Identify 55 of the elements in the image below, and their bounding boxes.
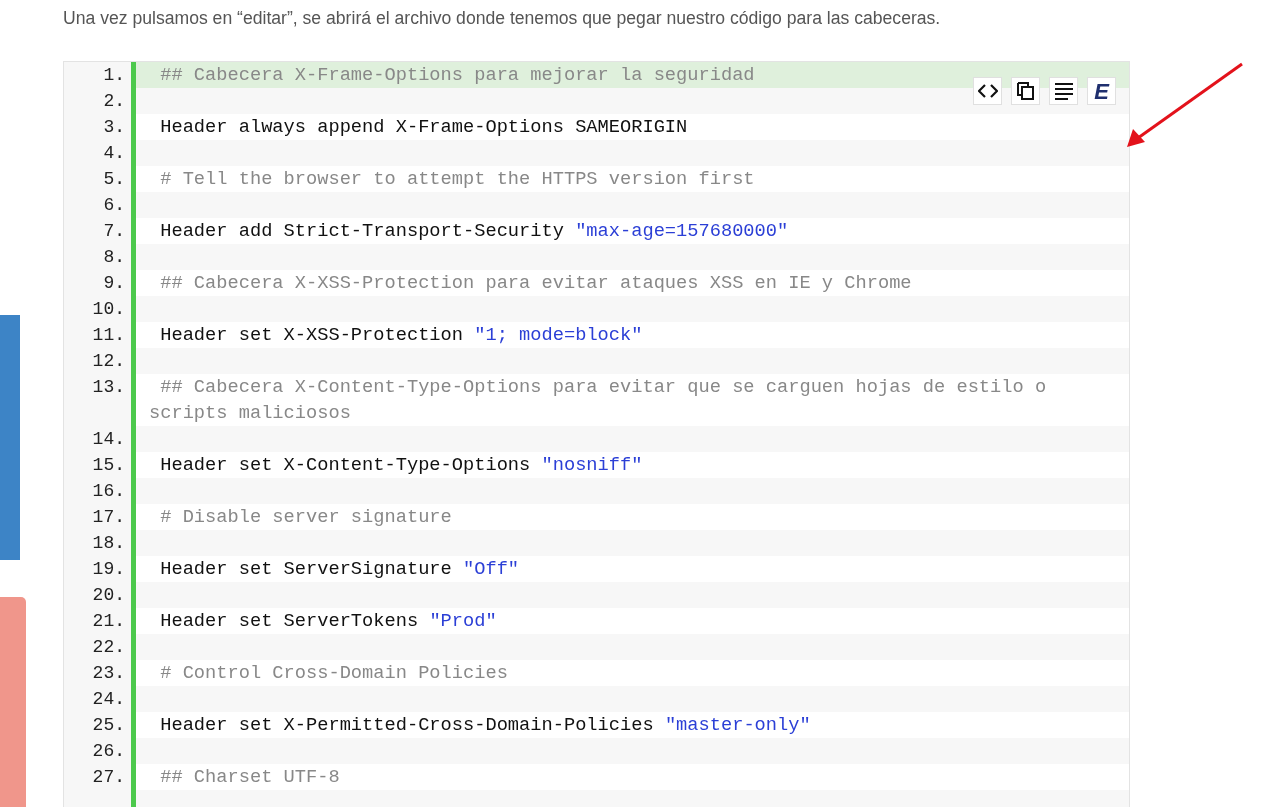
code-string: "master-only" [664,714,811,736]
line-number: 23. [92,663,125,683]
lines-icon [1053,82,1074,100]
code-comment: ## Charset UTF-8 [159,766,340,788]
line-number: 14. [92,429,125,449]
line-number: 9. [103,273,125,293]
code-string: "nosniff" [541,454,643,476]
line-number: 25. [92,715,125,735]
line-number: 11. [92,325,125,345]
line-number: 18. [92,533,125,553]
line-number: 5. [103,169,125,189]
copy-button[interactable] [1011,77,1040,105]
code-comment: # Disable server signature [159,506,452,528]
line-number: 19. [92,559,125,579]
code-text: Header set X-Content-Type-Options [159,454,532,476]
line-number: 22. [92,637,125,657]
code-comment: ## Cabecera X-Frame-Options para mejorar la seguridad [159,64,755,86]
code-string: "max-age=157680000" [575,220,789,242]
line-number: 7. [103,221,125,241]
line-number: 4. [103,143,125,163]
line-number: 16. [92,481,125,501]
lines-button[interactable] [1049,77,1078,105]
code-text: Header add Strict-Transport-Security [159,220,565,242]
code-icon [977,83,998,99]
line-number: 6. [103,195,125,215]
line-number: 15. [92,455,125,475]
code-text: Header set X-XSS-Protection [159,324,464,346]
line-number: 24. [92,689,125,709]
code-string: "Off" [463,558,520,580]
code-button[interactable] [973,77,1002,105]
line-number: 17. [92,507,125,527]
code-comment: # Control Cross-Domain Policies [159,662,508,684]
code-text: Header set ServerSignature [159,558,453,580]
code-comment: ## Cabecera X-XSS-Protection para evitar ataques XSS en IE y Chrome [159,272,912,294]
code-string: "1; mode=block" [474,324,643,346]
line-number: 10. [92,299,125,319]
line-number: 20. [92,585,125,605]
code-comment: # Tell the browser to attempt the HTTPS version first [159,168,755,190]
line-number: 21. [92,611,125,631]
line-number: 1. [103,65,125,85]
code-text: Header set X-Permitted-Cross-Domain-Policies [159,714,655,736]
code-text: Header always append X-Frame-Options SAMEORIGIN [159,116,688,138]
intro-paragraph: Una vez pulsamos en “editar”, se abrirá el archivo donde tenemos que pegar nuestro código para las cabeceras. [63,7,941,30]
line-number: 26. [92,741,125,761]
code-text: Header set ServerTokens [159,610,420,632]
line-number: 12. [92,351,125,371]
code-string: "Prod" [429,610,497,632]
copy-icon [1015,81,1036,101]
line-number: 3. [103,117,125,137]
about-button[interactable]: E [1087,77,1116,105]
line-number: 2. [103,91,125,111]
code-comment: ## Cabecera X-Content-Type-Options para evitar que se carguen hojas de estilo o scripts maliciosos [149,376,1048,424]
line-number: 27. [92,767,125,787]
line-number: 8. [103,247,125,267]
line-number: 13. [92,377,125,397]
